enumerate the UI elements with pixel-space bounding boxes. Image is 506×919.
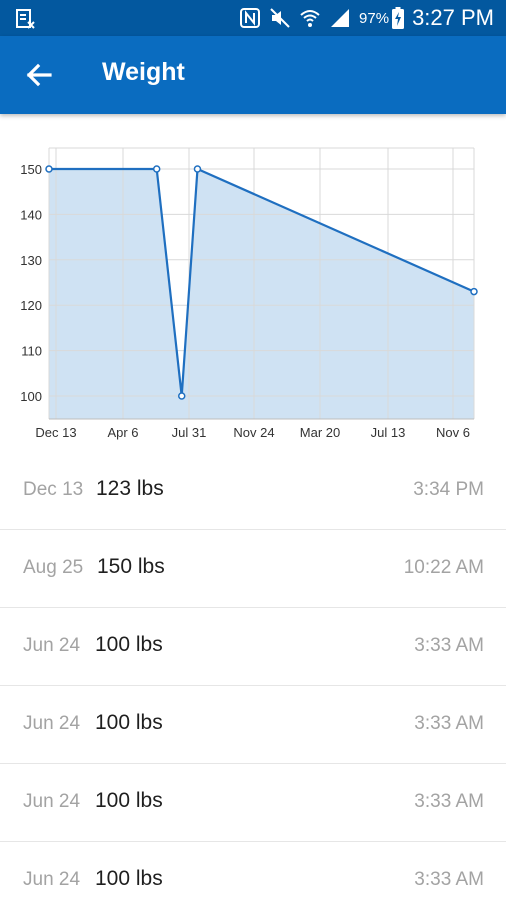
weight-entry-row[interactable]: Dec 13 123 lbs 3:34 PM [0,452,506,530]
entry-time: 3:34 PM [413,479,484,500]
entry-date: Jun 24 [23,713,81,734]
battery-percent: 97% [359,9,390,27]
chart-point [177,392,186,400]
entry-time: 3:33 AM [414,635,484,656]
signal-icon [331,9,350,27]
chart-y-tick-label: 140 [20,207,42,222]
chart-x-tick-label: Mar 20 [300,425,340,440]
chart-svg: 100 110 120 130 140 150 Dec 13 Apr 6 Jul 31 Nov 2… [20,147,478,440]
chart-y-tick-label: 120 [20,298,42,313]
chart-y-tick-label: 150 [20,162,42,177]
status-time: 3:27 PM [412,5,494,30]
entry-date: Jun 24 [23,869,81,890]
chart-x-tick-label: Apr 6 [107,425,138,440]
entry-weight: 100 lbs [95,867,163,890]
weight-entry-row[interactable]: Jun 24 100 lbs 3:33 AM [0,608,506,686]
status-bar: 97% 3:27 PM [0,0,506,36]
weight-entry-list: Dec 13 123 lbs 3:34 PM Aug 25 150 lbs 10… [0,452,506,919]
chart-x-tick-label: Nov 24 [233,425,274,440]
entry-time: 10:22 AM [403,557,484,578]
entry-date: Jun 24 [23,635,81,656]
entry-time: 3:33 AM [414,713,484,734]
notification-icon [16,9,35,29]
nfc-icon [240,8,261,28]
chart-y-tick-label: 130 [20,253,42,268]
chart-point [152,165,161,173]
entry-date: Aug 25 [23,557,84,578]
weight-entry-row[interactable]: Jun 24 100 lbs 3:33 AM [0,686,506,764]
chart-point [193,165,202,173]
entry-date: Jun 24 [23,791,81,812]
chart-x-tick-label: Nov 6 [436,425,470,440]
chart-point [470,287,478,296]
weight-chart: 100 110 120 130 140 150 Dec 13 Apr 6 Jul 31 Nov 2… [0,120,506,450]
chart-area-fill [49,169,474,419]
chart-point [45,165,53,173]
wifi-icon [300,10,320,27]
page-title: Weight [102,58,185,86]
back-arrow-icon[interactable] [20,56,58,94]
weight-entry-row[interactable]: Jun 24 100 lbs 3:33 AM [0,764,506,842]
weight-entry-row[interactable]: Jun 24 100 lbs 3:33 AM [0,842,506,919]
battery-charging-icon [392,7,405,29]
chart-x-tick-label: Dec 13 [35,425,76,440]
entry-weight: 100 lbs [95,711,163,734]
chart-y-tick-label: 100 [20,389,42,404]
chart-x-tick-label: Jul 13 [371,425,406,440]
entry-weight: 123 lbs [96,477,164,500]
entry-time: 3:33 AM [414,869,484,890]
entry-date: Dec 13 [23,479,84,500]
app-bar: Weight [0,36,506,114]
entry-time: 3:33 AM [414,791,484,812]
chart-y-tick-label: 110 [21,344,42,359]
chart-x-tick-label: Jul 31 [172,425,207,440]
weight-entry-row[interactable]: Aug 25 150 lbs 10:22 AM [0,530,506,608]
mute-icon [270,8,290,28]
entry-weight: 150 lbs [97,555,165,578]
entry-weight: 100 lbs [95,789,163,812]
entry-weight: 100 lbs [95,633,163,656]
